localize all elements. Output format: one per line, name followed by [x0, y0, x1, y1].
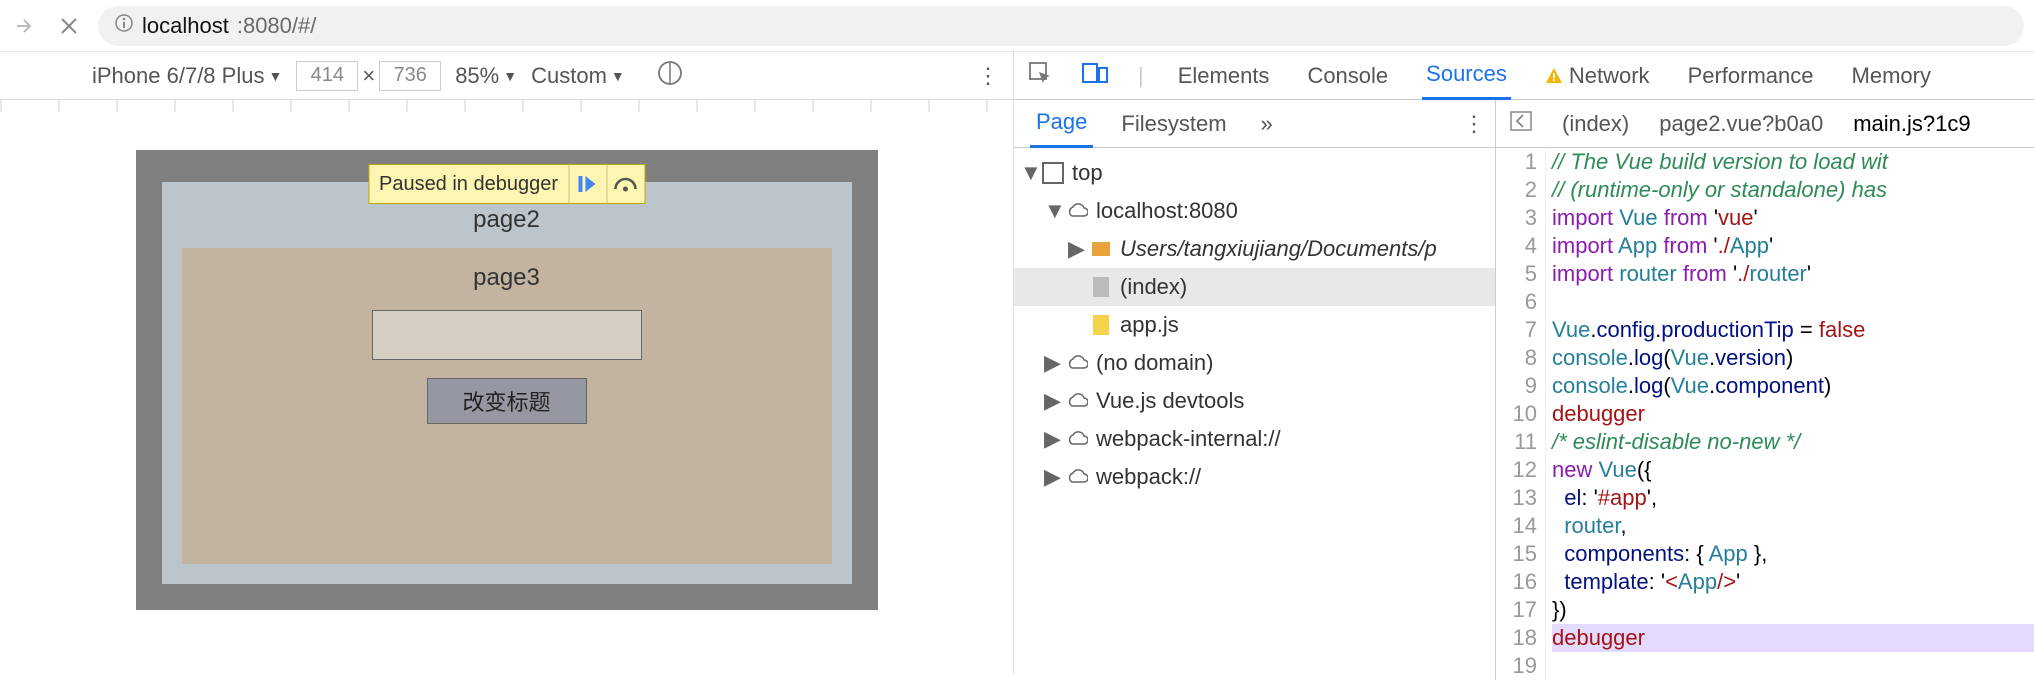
- devtools-panel: | Elements Console Sources Network Perfo…: [1014, 52, 2034, 674]
- nav-tab-page[interactable]: Page: [1030, 100, 1093, 148]
- caret-down-icon: ▼: [268, 68, 282, 84]
- rotate-icon[interactable]: [657, 60, 683, 92]
- gutter: 12345678910111213141516171819: [1496, 148, 1546, 680]
- tree-host-label: localhost:8080: [1096, 198, 1238, 224]
- text-input[interactable]: [372, 310, 642, 360]
- js-icon: [1090, 314, 1112, 336]
- tree-wpint[interactable]: ▶webpack-internal://: [1014, 420, 1495, 458]
- tree-folder-label: Users/tangxiujiang/Documents/p: [1120, 236, 1437, 262]
- device-toolbar: iPhone 6/7/8 Plus ▼ × 85% ▼ Custom ▼ ⋮: [0, 52, 1013, 100]
- tree-wpint-label: webpack-internal://: [1096, 426, 1281, 452]
- viewport: Paused in debugger page2 page3 改变标题: [0, 112, 1013, 674]
- change-title-button[interactable]: 改变标题: [427, 378, 587, 424]
- step-over-icon[interactable]: [606, 165, 644, 203]
- stop-icon[interactable]: [54, 11, 84, 41]
- zoom-label: 85%: [455, 63, 499, 89]
- page2-title: page2: [473, 206, 540, 234]
- url-field[interactable]: localhost :8080/#/: [98, 6, 2024, 46]
- tree-host[interactable]: ▼localhost:8080: [1014, 192, 1495, 230]
- cloud-icon: [1066, 428, 1088, 450]
- width-input[interactable]: [296, 61, 358, 91]
- frame-icon: [1042, 162, 1064, 184]
- tab-elements[interactable]: Elements: [1174, 52, 1274, 100]
- code-view[interactable]: 12345678910111213141516171819 // The Vue…: [1496, 148, 2034, 680]
- paused-banner: Paused in debugger: [368, 164, 645, 204]
- nav-more-icon[interactable]: ⋮: [1463, 111, 1485, 137]
- tree-index-label: (index): [1120, 274, 1187, 300]
- nav-tab-more-icon[interactable]: »: [1255, 100, 1279, 148]
- nav-pane-icon[interactable]: [1510, 111, 1532, 137]
- throttle-select[interactable]: Custom ▼: [531, 63, 625, 89]
- open-tab-main[interactable]: main.js?1c9: [1853, 100, 1970, 148]
- browser-url-bar: localhost :8080/#/: [0, 0, 2034, 52]
- tree-wp-label: webpack://: [1096, 464, 1201, 490]
- toolbar-more-icon[interactable]: ⋮: [977, 63, 1001, 89]
- info-icon: [114, 13, 134, 39]
- device-preview-panel: iPhone 6/7/8 Plus ▼ × 85% ▼ Custom ▼ ⋮: [0, 52, 1014, 674]
- tab-sources[interactable]: Sources: [1422, 52, 1511, 100]
- nav-tab-filesystem[interactable]: Filesystem: [1115, 100, 1232, 148]
- tree-nodomain-label: (no domain): [1096, 350, 1213, 376]
- resume-icon[interactable]: [568, 165, 606, 203]
- tree-top[interactable]: ▼top: [1014, 154, 1495, 192]
- tree-folder[interactable]: ▶Users/tangxiujiang/Documents/p: [1014, 230, 1495, 268]
- sources-navigator: Page Filesystem » ⋮ ▼top ▼localhost:8080…: [1014, 100, 1496, 680]
- throttle-label: Custom: [531, 63, 607, 89]
- warning-icon: [1545, 67, 1563, 85]
- dimensions: ×: [296, 61, 441, 91]
- open-tab-index[interactable]: (index): [1562, 100, 1629, 148]
- page-icon: [1090, 276, 1112, 298]
- cloud-icon: [1066, 200, 1088, 222]
- cloud-icon: [1066, 352, 1088, 374]
- tab-network-label: Network: [1569, 63, 1650, 89]
- opened-tabs: (index) page2.vue?b0a0 main.js?1c9: [1496, 100, 2034, 148]
- tree-appjs-label: app.js: [1120, 312, 1179, 338]
- url-path: :8080/#/: [237, 13, 317, 39]
- inspect-icon[interactable]: [1028, 61, 1052, 91]
- navigator-tabs: Page Filesystem » ⋮: [1014, 100, 1495, 148]
- cloud-icon: [1066, 390, 1088, 412]
- tree-appjs[interactable]: app.js: [1014, 306, 1495, 344]
- device-label: iPhone 6/7/8 Plus: [92, 63, 264, 89]
- paused-label: Paused in debugger: [369, 173, 568, 196]
- phone-frame: Paused in debugger page2 page3 改变标题: [136, 150, 878, 610]
- height-input[interactable]: [379, 61, 441, 91]
- tree-vuedev-label: Vue.js devtools: [1096, 388, 1244, 414]
- tree-wp[interactable]: ▶webpack://: [1014, 458, 1495, 496]
- page3-title: page3: [473, 264, 540, 292]
- panel-tabs: | Elements Console Sources Network Perfo…: [1014, 52, 2034, 100]
- tab-network[interactable]: Network: [1541, 52, 1654, 100]
- folder-icon: [1090, 238, 1112, 260]
- url-host: localhost: [142, 13, 229, 39]
- divider: |: [1138, 63, 1144, 89]
- device-select[interactable]: iPhone 6/7/8 Plus ▼: [92, 63, 282, 89]
- open-tab-page2[interactable]: page2.vue?b0a0: [1659, 100, 1823, 148]
- tab-performance[interactable]: Performance: [1684, 52, 1818, 100]
- device-mode-icon[interactable]: [1082, 62, 1108, 90]
- caret-down-icon: ▼: [611, 68, 625, 84]
- nav-forward-icon[interactable]: [10, 11, 40, 41]
- tab-memory[interactable]: Memory: [1848, 52, 1935, 100]
- tree-nodomain[interactable]: ▶(no domain): [1014, 344, 1495, 382]
- page2-container: page2 page3 改变标题: [162, 182, 852, 584]
- tree-vuedev[interactable]: ▶Vue.js devtools: [1014, 382, 1495, 420]
- zoom-select[interactable]: 85% ▼: [455, 63, 517, 89]
- ruler: [0, 100, 1013, 112]
- dim-x: ×: [362, 63, 375, 89]
- code-area: (index) page2.vue?b0a0 main.js?1c9 12345…: [1496, 100, 2034, 680]
- cloud-icon: [1066, 466, 1088, 488]
- page3-container: page3 改变标题: [182, 248, 832, 564]
- tree-top-label: top: [1072, 160, 1103, 186]
- tree-index[interactable]: (index): [1014, 268, 1495, 306]
- caret-down-icon: ▼: [503, 68, 517, 84]
- tab-console[interactable]: Console: [1303, 52, 1392, 100]
- source: // The Vue build version to load wit// (…: [1546, 148, 2034, 680]
- file-tree: ▼top ▼localhost:8080 ▶Users/tangxiujiang…: [1014, 148, 1495, 680]
